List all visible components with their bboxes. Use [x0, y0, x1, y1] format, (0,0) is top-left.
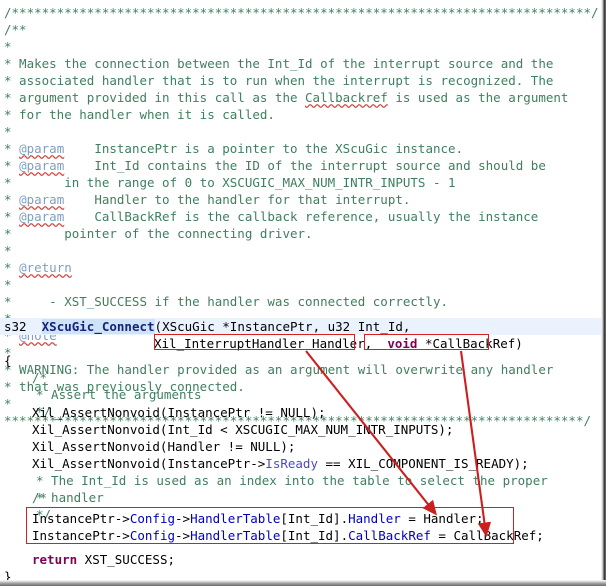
comment-open-assert: /*	[32, 370, 48, 385]
comment-star: *	[4, 192, 20, 207]
return-value: XST_SUCCESS;	[77, 552, 175, 567]
param-gap	[372, 336, 387, 351]
open-paren: (	[154, 319, 163, 334]
arrow-op: ->	[175, 528, 191, 543]
assignment-line-callbackref: InstancePtr->Config->HandlerTable[Int_Id…	[32, 527, 544, 544]
comment-index-text-1: * The Int_Id is used as an index into th…	[36, 473, 548, 488]
sig-space	[27, 319, 42, 334]
comment-line-param-callbackref: * @param CallBackRef is the callback ref…	[4, 208, 538, 225]
comment-star: *	[4, 260, 20, 275]
comment-open: /**	[4, 22, 27, 37]
assert-line-4: Xil_AssertNonvoid(InstancePtr->IsReady =…	[32, 455, 529, 472]
param-sep-space	[305, 336, 313, 351]
expr-base: InstancePtr->	[32, 511, 130, 526]
comment-index-text-2: * handler	[36, 490, 104, 505]
comment-line: *	[4, 243, 12, 258]
keyword-return: return	[32, 552, 78, 567]
params-first-line: XScuGic *InstancePtr, u32 Int_Id,	[162, 319, 411, 334]
field-handlertable: HandlerTable	[190, 511, 281, 526]
comment-text: Handler to the handler for that interrup…	[64, 192, 411, 207]
comment-line-param-instanceptr: * @param InstancePtr is a pointer to the…	[4, 140, 463, 157]
comment-line: * associated handler that is to run when…	[4, 73, 554, 88]
comment-line-return: * @return	[4, 259, 72, 276]
arrow-op: ->	[175, 511, 191, 526]
comment-line-callbackref: * argument provided in this call as the …	[4, 89, 568, 106]
comment-star: *	[4, 141, 20, 156]
comment-line: * WARNING: The handler provided as an ar…	[4, 362, 554, 377]
javadoc-tag-param: @param	[19, 209, 65, 224]
source-code-area[interactable]: /***************************************…	[0, 0, 604, 584]
return-statement: return XST_SUCCESS;	[32, 551, 175, 568]
comment-line-param-handler: * @param Handler to the handler for that…	[4, 191, 410, 208]
field-config: Config	[129, 511, 175, 526]
comment-line: *	[4, 124, 12, 139]
param-handler-name: Handler	[312, 336, 365, 351]
comment-line: *	[4, 39, 12, 54]
javadoc-tag-param: @param	[19, 141, 65, 156]
assert-line-1: Xil_AssertNonvoid(InstancePtr != NULL);	[32, 405, 326, 420]
member-callbackref: CallBackRef	[348, 528, 431, 543]
keyword-void: void	[387, 336, 418, 351]
array-index: [Int_Id].	[280, 528, 349, 543]
member-handler: Handler	[348, 511, 401, 526]
return-type: s32	[4, 319, 27, 334]
javadoc-tag-return: @return	[19, 260, 72, 275]
assert-line-2: Xil_AssertNonvoid(Int_Id < XSCUGIC_MAX_N…	[32, 422, 454, 437]
comment-star: *	[4, 209, 20, 224]
close-paren: )	[515, 336, 523, 351]
comment-line: * in the range of 0 to XSCUGIC_MAX_NUM_I…	[4, 175, 456, 190]
function-signature-line[interactable]: s32 XScuGic_Connect(XScuGic *InstancePtr…	[0, 318, 604, 335]
assert-suffix: == XIL_COMPONENT_IS_READY);	[317, 456, 529, 471]
assert-prefix: Xil_AssertNonvoid(InstancePtr->	[32, 456, 266, 471]
field-isready: IsReady	[265, 456, 318, 471]
comment-text-post: is used as the argument	[387, 90, 569, 105]
brace-open: {	[4, 353, 12, 368]
comment-line: *	[4, 396, 12, 411]
comment-line: * Makes the connection between the Int_I…	[4, 56, 554, 71]
array-index: [Int_Id].	[280, 511, 349, 526]
window-right-edge	[601, 0, 606, 586]
assignment-rhs: = CallBackRef;	[430, 528, 544, 543]
comment-star: *	[4, 158, 20, 173]
window-bottom-edge	[0, 580, 606, 586]
function-signature-line2[interactable]: Xil_InterruptHandler Handler, void *Call…	[154, 335, 523, 352]
javadoc-tag-param: @param	[19, 192, 65, 207]
assert-line-3: Xil_AssertNonvoid(Handler != NULL);	[32, 439, 296, 454]
comment-line: * for the handler when it is called.	[4, 107, 275, 122]
param-callbackref-name: *CallBackRef	[417, 336, 516, 351]
comment-line-param-intid: * @param Int_Id contains the ID of the i…	[4, 157, 546, 174]
comment-line: *	[4, 277, 12, 292]
code-viewer-window: /***************************************…	[0, 0, 606, 586]
assignment-line-handler: InstancePtr->Config->HandlerTable[Int_Id…	[32, 510, 484, 527]
comment-text: Int_Id contains the ID of the interrupt …	[64, 158, 546, 173]
field-config: Config	[129, 528, 175, 543]
assignment-rhs: = Handler;	[400, 511, 484, 526]
field-handlertable: HandlerTable	[190, 528, 281, 543]
comment-assert-text: * Assert the arguments	[36, 387, 202, 402]
function-name[interactable]: XScuGic_Connect	[41, 319, 155, 334]
misspelled-word-callbackref: Callbackref	[305, 90, 388, 105]
comment-text-pre: * argument provided in this call as the	[4, 90, 306, 105]
javadoc-tag-param: @param	[19, 158, 65, 173]
param-handler-type: Xil_InterruptHandler	[154, 336, 305, 351]
comment-rule-top: /***************************************…	[4, 5, 599, 20]
expr-base: InstancePtr->	[32, 528, 130, 543]
comment-text: CallBackRef is the callback reference, u…	[64, 209, 539, 224]
comment-line: * - XST_SUCCESS if the handler was conne…	[4, 294, 449, 309]
comment-line: * pointer of the connecting driver.	[4, 226, 313, 241]
comment-text: InstancePtr is a pointer to the XScuGic …	[64, 141, 464, 156]
